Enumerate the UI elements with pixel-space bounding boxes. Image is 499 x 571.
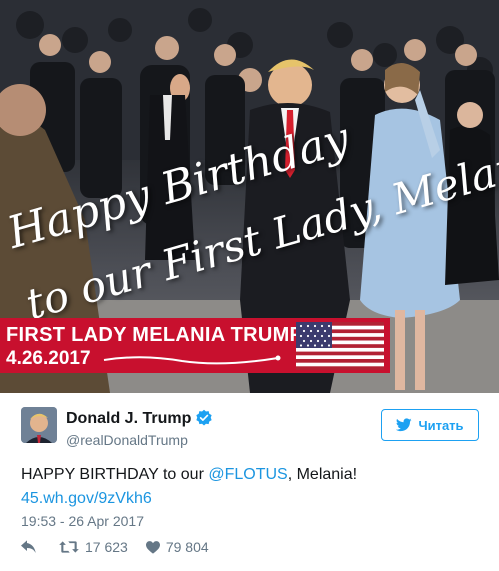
follow-label: Читать: [418, 417, 464, 433]
timestamp[interactable]: 19:53 - 26 Apr 2017: [21, 513, 144, 529]
swash-ornament-icon: [103, 355, 281, 365]
avatar-portrait-icon: [21, 407, 57, 443]
avatar[interactable]: [21, 407, 57, 443]
retweet-count: 17 623: [85, 539, 128, 555]
like-count: 79 804: [165, 539, 209, 555]
verified-badge-icon: [196, 409, 212, 426]
tweet-url-link[interactable]: 45.wh.gov/9zVkh6: [21, 487, 152, 511]
retweet-button[interactable]: 17 623: [59, 539, 128, 555]
banner-date: 4.26.2017: [6, 348, 91, 369]
heart-icon: [145, 540, 160, 554]
banner-title: FIRST LADY MELANIA TRUMP: [6, 324, 304, 346]
tweet-photo[interactable]: Happy Birthday to our First Lady, Melani…: [0, 0, 499, 393]
us-flag-icon: [296, 322, 384, 370]
retweet-icon: [59, 541, 79, 553]
reply-icon: [21, 540, 36, 553]
tweet-card: Donald J. Trump @realDonaldTrump Читать …: [0, 393, 499, 571]
mention-link[interactable]: @FLOTUS: [208, 466, 287, 483]
display-name[interactable]: Donald J. Trump: [66, 410, 191, 428]
like-button[interactable]: 79 804: [145, 539, 209, 555]
reply-button[interactable]: [21, 540, 37, 554]
user-handle[interactable]: @realDonaldTrump: [66, 432, 188, 448]
follow-button[interactable]: Читать: [381, 409, 479, 441]
twitter-bird-icon: [396, 418, 413, 432]
tweet-text: HAPPY BIRTHDAY to our @FLOTUS, Melania!: [21, 463, 357, 487]
tweet-text-start: HAPPY BIRTHDAY to our: [21, 466, 209, 483]
tweet-actions: 17 623 79 804: [21, 539, 209, 555]
tweet-text-end: , Melania!: [287, 466, 358, 483]
